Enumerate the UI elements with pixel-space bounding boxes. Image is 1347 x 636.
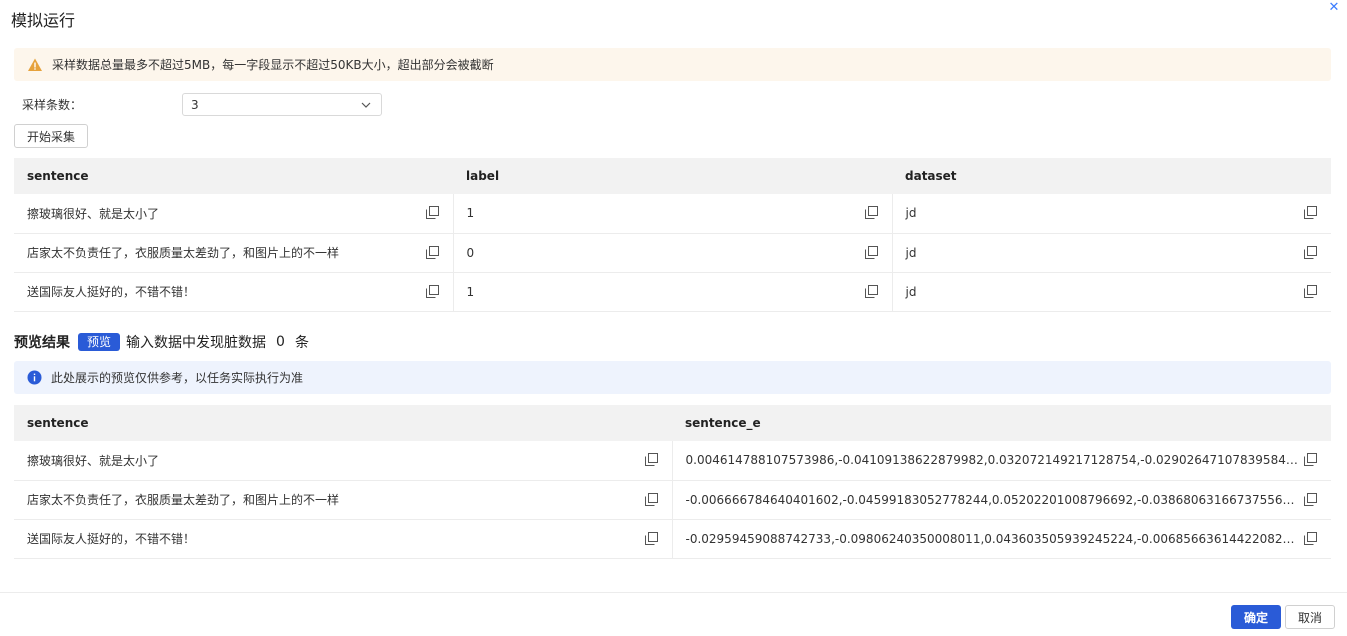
sample-count-select[interactable]: 3: [182, 93, 382, 116]
copy-icon[interactable]: [1304, 245, 1317, 259]
table-cell: 店家太不负责任了，衣服质量太差劲了，和图片上的不一样: [14, 480, 673, 520]
copy-icon[interactable]: [1304, 206, 1317, 219]
copy-icon[interactable]: [1304, 531, 1317, 545]
cell-text: 送国际友人挺好的，不错不错！: [27, 532, 196, 546]
chevron-down-icon: [361, 102, 371, 108]
copy-icon[interactable]: [644, 492, 658, 506]
copy-icon[interactable]: [1304, 284, 1317, 298]
cell-text: 1: [466, 284, 475, 299]
table-cell: -0.006666784640401602,-0.045991830527782…: [672, 480, 1332, 520]
table-cell: 1: [453, 272, 893, 312]
copy-icon[interactable]: [644, 453, 658, 466]
confirm-button[interactable]: 确定: [1231, 605, 1281, 629]
cell-text: 擦玻璃很好、就是太小了: [27, 453, 160, 468]
table-row: 店家太不负责任了，衣服质量太差劲了，和图片上的不一样 0 jd: [14, 233, 1331, 273]
table-cell: jd: [892, 272, 1331, 312]
warning-text: 采样数据总量最多不超过5MB，每一字段显示不超过50KB大小，超出部分会被截断: [52, 58, 494, 72]
copy-icon[interactable]: [864, 284, 878, 298]
start-sampling-button[interactable]: 开始采集: [14, 124, 88, 148]
column-header: sentence_e: [672, 405, 1331, 441]
cell-text: -0.006666784640401602,-0.045991830527782…: [685, 492, 1332, 507]
table-header-row: sentence sentence_e: [14, 405, 1331, 441]
table-row: 店家太不负责任了，衣服质量太差劲了，和图片上的不一样 -0.0066667846…: [14, 480, 1332, 520]
column-header: sentence: [14, 158, 453, 194]
dialog-title: 模拟运行: [11, 11, 76, 30]
sample-count-value: 3: [191, 97, 199, 112]
table-cell: 擦玻璃很好、就是太小了: [14, 441, 673, 481]
table-cell: jd: [892, 233, 1331, 273]
table-cell: 1: [453, 194, 893, 234]
sample-count-label: 采样条数：: [22, 98, 83, 112]
copy-icon[interactable]: [1304, 453, 1317, 466]
table-cell: 0.004614788107573986,-0.0410913862287998…: [672, 441, 1332, 481]
warning-alert: 采样数据总量最多不超过5MB，每一字段显示不超过50KB大小，超出部分会被截断: [14, 48, 1331, 81]
cell-text: jd: [905, 284, 917, 299]
dirty-data-unit: 条: [294, 335, 309, 351]
footer-divider: [0, 592, 1347, 593]
cell-text: 擦玻璃很好、就是太小了: [27, 206, 160, 221]
copy-icon[interactable]: [425, 284, 439, 298]
copy-icon[interactable]: [864, 245, 878, 259]
preview-title: 预览结果: [14, 335, 70, 351]
cancel-button[interactable]: 取消: [1285, 605, 1335, 629]
copy-icon[interactable]: [425, 245, 439, 259]
table-row: 擦玻璃很好、就是太小了 1 jd: [14, 194, 1331, 234]
cell-text: jd: [905, 245, 917, 260]
dirty-data-text: 输入数据中发现脏数据: [126, 335, 267, 351]
column-header: label: [453, 158, 892, 194]
copy-icon[interactable]: [425, 206, 439, 219]
copy-icon[interactable]: [1304, 492, 1317, 506]
info-alert: 此处展示的预览仅供参考，以任务实际执行为准: [14, 361, 1331, 394]
cell-text: 店家太不负责任了，衣服质量太差劲了，和图片上的不一样: [27, 493, 340, 507]
copy-icon[interactable]: [644, 531, 658, 545]
table-cell: -0.02959459088742733,-0.0980624035000801…: [672, 519, 1332, 559]
cell-text: 店家太不负责任了，衣服质量太差劲了，和图片上的不一样: [27, 246, 340, 260]
warning-icon: [28, 58, 42, 71]
dirty-data-count: 0: [276, 334, 285, 350]
input-data-table: sentence label dataset 擦玻璃很好、就是太小了 1 jd …: [14, 158, 1331, 312]
preview-result-table: sentence sentence_e 擦玻璃很好、就是太小了 0.004614…: [14, 405, 1331, 559]
table-row: 擦玻璃很好、就是太小了 0.004614788107573986,-0.0410…: [14, 441, 1332, 481]
close-icon[interactable]: ✕: [1327, 1, 1341, 15]
table-row: 送国际友人挺好的，不错不错！ -0.02959459088742733,-0.0…: [14, 519, 1332, 559]
table-cell: 送国际友人挺好的，不错不错！: [14, 519, 673, 559]
table-row: 送国际友人挺好的，不错不错！ 1 jd: [14, 272, 1331, 312]
cell-text: jd: [905, 206, 917, 221]
copy-icon[interactable]: [864, 206, 878, 219]
table-header-row: sentence label dataset: [14, 158, 1331, 194]
cell-text: 送国际友人挺好的，不错不错！: [27, 285, 196, 299]
preview-badge[interactable]: 预览: [78, 333, 121, 351]
cell-text: -0.02959459088742733,-0.0980624035000801…: [685, 531, 1332, 546]
info-text: 此处展示的预览仅供参考，以任务实际执行为准: [51, 371, 304, 385]
table-cell: 擦玻璃很好、就是太小了: [14, 194, 454, 234]
table-cell: 店家太不负责任了，衣服质量太差劲了，和图片上的不一样: [14, 233, 454, 273]
preview-header: 预览结果 预览 输入数据中发现脏数据 0 条: [14, 332, 309, 352]
table-cell: jd: [892, 194, 1331, 234]
cell-text: 1: [466, 206, 475, 221]
column-header: sentence: [14, 405, 672, 441]
table-cell: 送国际友人挺好的，不错不错！: [14, 272, 454, 312]
cell-text: 0.004614788107573986,-0.0410913862287998…: [685, 453, 1332, 468]
table-cell: 0: [453, 233, 893, 273]
cell-text: 0: [466, 245, 475, 260]
column-header: dataset: [892, 158, 1331, 194]
info-icon: [27, 370, 42, 385]
